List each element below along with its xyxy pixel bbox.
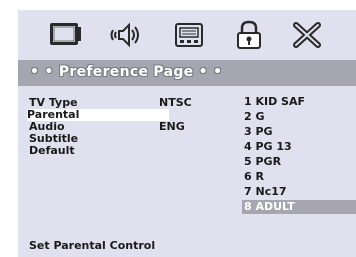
rating-option-1[interactable]: 1 KID SAF bbox=[244, 95, 305, 109]
rating-option-2[interactable]: 2 G bbox=[244, 110, 265, 124]
tv-screen-icon bbox=[50, 23, 81, 45]
rating-option-3[interactable]: 3 PG bbox=[244, 125, 273, 139]
menu-content: TV Type NTSC Parental Audio ENG Subtitle… bbox=[18, 86, 356, 236]
help-hint: Set Parental Control bbox=[29, 239, 156, 252]
osd-screen: • • Preference Page • • TV Type NTSC Par… bbox=[18, 10, 356, 257]
status-bar: Set Parental Control bbox=[18, 236, 356, 257]
tab-general-setup[interactable] bbox=[40, 15, 90, 55]
speaker-icon bbox=[110, 22, 139, 48]
lock-icon bbox=[237, 20, 261, 49]
tab-video-setup[interactable] bbox=[164, 15, 214, 55]
rating-option-8[interactable]: 8 ADULT bbox=[242, 200, 356, 214]
menu-item-value: ENG bbox=[159, 120, 185, 133]
tab-preference-setup[interactable] bbox=[224, 15, 274, 55]
x-icon bbox=[293, 22, 321, 48]
rating-option-7[interactable]: 7 Nc17 bbox=[244, 185, 287, 199]
rating-option-5[interactable]: 5 PGR bbox=[244, 155, 281, 169]
tab-exit[interactable] bbox=[282, 15, 332, 55]
rating-option-4[interactable]: 4 PG 13 bbox=[244, 140, 292, 154]
page-header: • • Preference Page • • bbox=[18, 60, 356, 86]
page-title: • • Preference Page • • bbox=[30, 64, 223, 80]
rating-option-6[interactable]: 6 R bbox=[244, 170, 264, 184]
menu-item-label: Default bbox=[29, 144, 75, 157]
setup-tab-bar bbox=[18, 10, 356, 60]
video-panel-icon bbox=[175, 23, 203, 47]
tab-audio-setup[interactable] bbox=[102, 15, 152, 55]
menu-item-value: NTSC bbox=[159, 96, 192, 109]
